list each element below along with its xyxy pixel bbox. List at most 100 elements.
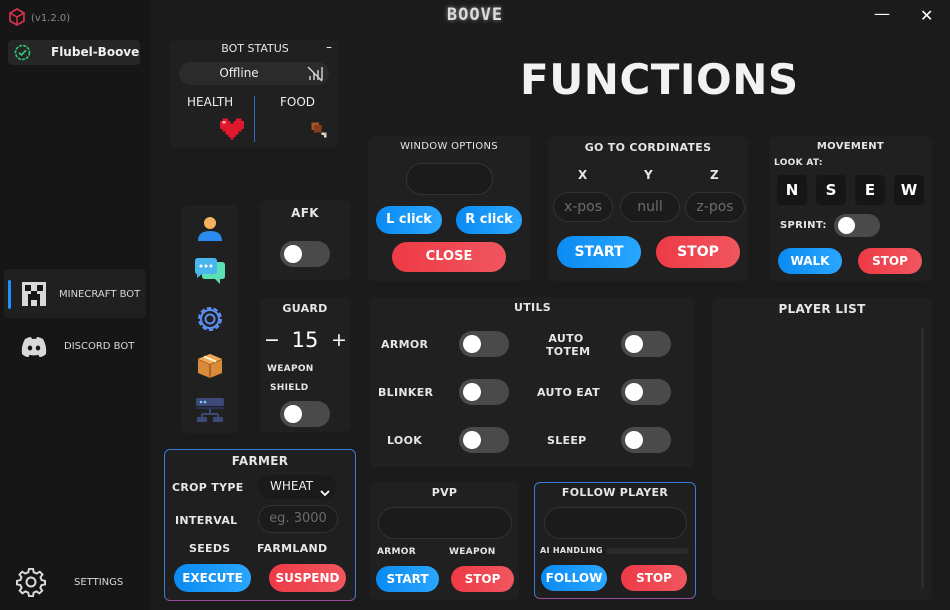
toggle-knob	[284, 405, 302, 423]
food-drumstick-icon	[309, 120, 329, 144]
look-west-button[interactable]: W	[894, 175, 924, 205]
z-label: Z	[710, 168, 720, 182]
afk-title: AFK	[291, 206, 319, 220]
gear-icon	[16, 567, 46, 601]
look-at-label: LOOK AT:	[774, 158, 823, 168]
sleep-toggle[interactable]	[621, 427, 671, 453]
look-north-button[interactable]: N	[777, 175, 807, 205]
movement-stop-button[interactable]: STOP	[858, 248, 922, 274]
x-label: X	[578, 168, 588, 182]
movement-panel: MOVEMENT LOOK AT: N S E W SPRINT: WALK S…	[769, 136, 932, 281]
blinker-label: BLINKER	[378, 386, 434, 399]
app-title: BOOVE	[446, 5, 504, 25]
left-click-button[interactable]: L click	[376, 206, 442, 234]
bot-status-title: BOT STATUS	[221, 42, 289, 55]
window-options-title: WINDOW OPTIONS	[400, 141, 498, 152]
online-check-icon	[14, 44, 31, 65]
toggle-knob	[838, 217, 855, 234]
player-list-panel: PLAYER LIST	[712, 297, 932, 600]
ai-handling-label: AI HANDLING	[540, 546, 603, 555]
follow-button[interactable]: FOLLOW	[541, 565, 607, 591]
look-toggle[interactable]	[459, 427, 509, 453]
goto-title: GO TO CORDINATES	[584, 141, 712, 154]
follow-target-input[interactable]	[544, 507, 687, 539]
guard-weapon-label: WEAPON	[267, 364, 314, 374]
utils-title: UTILS	[514, 301, 551, 314]
look-label: LOOK	[387, 434, 423, 447]
collapse-button[interactable]: –	[326, 40, 332, 54]
look-east-button[interactable]: E	[855, 175, 885, 205]
farmer-title: FARMER	[231, 454, 289, 468]
pvp-stop-button[interactable]: STOP	[451, 566, 514, 592]
x-input[interactable]: x-pos	[553, 192, 613, 222]
execute-button[interactable]: EXECUTE	[174, 564, 251, 592]
toggle-knob	[284, 245, 302, 263]
food-label: FOOD	[280, 95, 316, 109]
toggle-knob	[463, 431, 481, 449]
z-input[interactable]: z-pos	[685, 192, 745, 222]
guard-increment-button[interactable]: +	[331, 329, 347, 351]
close-window-button[interactable]: ✕	[920, 6, 933, 25]
toggle-knob	[625, 383, 643, 401]
interval-label: INTERVAL	[175, 514, 238, 527]
look-south-button[interactable]: S	[816, 175, 846, 205]
armor-toggle[interactable]	[459, 331, 509, 357]
guard-decrement-button[interactable]: −	[264, 329, 280, 351]
profile-chip[interactable]: Flubel-Boove	[8, 40, 140, 65]
app-logo-icon	[8, 8, 26, 30]
suspend-button[interactable]: SUSPEND	[269, 564, 346, 592]
crop-type-select[interactable]: WHEAT	[258, 475, 337, 499]
afk-panel: AFK	[260, 200, 350, 280]
ai-handling-bar[interactable]	[606, 548, 689, 554]
afk-toggle[interactable]	[280, 241, 330, 267]
goto-start-button[interactable]: START	[557, 236, 641, 268]
toggle-knob	[625, 431, 643, 449]
auto-eat-label: AUTO EAT	[537, 386, 600, 399]
creeper-icon	[22, 282, 46, 310]
sidebar-item-discord-bot[interactable]: DISCORD BOT	[4, 325, 146, 370]
guard-shield-label: SHIELD	[270, 383, 309, 393]
package-box-icon[interactable]	[195, 351, 225, 383]
app-version: (v1.2.0)	[31, 13, 71, 24]
tools-column	[181, 205, 239, 433]
sidebar-item-label: MINECRAFT BOT	[59, 289, 141, 300]
guard-toggle[interactable]	[280, 401, 330, 427]
walk-button[interactable]: WALK	[778, 248, 842, 274]
sprint-label: SPRINT:	[780, 220, 827, 231]
crop-type-label: CROP TYPE	[172, 481, 244, 494]
divider	[254, 96, 255, 142]
pvp-target-input[interactable]	[378, 507, 512, 539]
blinker-toggle[interactable]	[459, 379, 509, 405]
user-icon[interactable]	[196, 214, 224, 246]
no-signal-icon	[306, 65, 324, 86]
window-options-input[interactable]	[406, 163, 493, 195]
goto-stop-button[interactable]: STOP	[656, 236, 740, 268]
status-pill: Offline	[179, 62, 329, 85]
auto-eat-toggle[interactable]	[621, 379, 671, 405]
player-list-scrollbar[interactable]	[921, 327, 924, 589]
status-text: Offline	[219, 66, 259, 80]
y-input[interactable]: null	[620, 192, 680, 222]
right-click-button[interactable]: R click	[456, 206, 522, 234]
follow-stop-button[interactable]: STOP	[621, 565, 687, 591]
pvp-title: PVP	[431, 486, 458, 499]
discord-icon	[20, 336, 48, 362]
interval-input[interactable]: eg. 3000	[258, 505, 338, 533]
seeds-label: SEEDS	[189, 542, 231, 555]
auto-totem-line2: TOTEM	[546, 345, 591, 358]
auto-totem-toggle[interactable]	[621, 331, 671, 357]
network-server-icon[interactable]	[194, 396, 226, 428]
chat-icon[interactable]	[194, 257, 226, 291]
crop-type-value: WHEAT	[270, 479, 314, 493]
sprint-toggle[interactable]	[834, 214, 880, 237]
close-button[interactable]: CLOSE	[392, 242, 506, 272]
settings-button[interactable]: SETTINGS	[14, 565, 139, 599]
toggle-knob	[463, 335, 481, 353]
pvp-panel: PVP ARMOR WEAPON START STOP	[370, 482, 519, 600]
follow-player-panel: FOLLOW PLAYER AI HANDLING FOLLOW STOP	[534, 482, 696, 599]
sidebar-item-minecraft-bot[interactable]: MINECRAFT BOT	[4, 269, 146, 318]
chevron-down-icon	[320, 482, 330, 501]
minimize-button[interactable]: —	[874, 4, 890, 23]
pvp-start-button[interactable]: START	[376, 566, 439, 592]
settings-gear-icon[interactable]	[195, 304, 225, 338]
